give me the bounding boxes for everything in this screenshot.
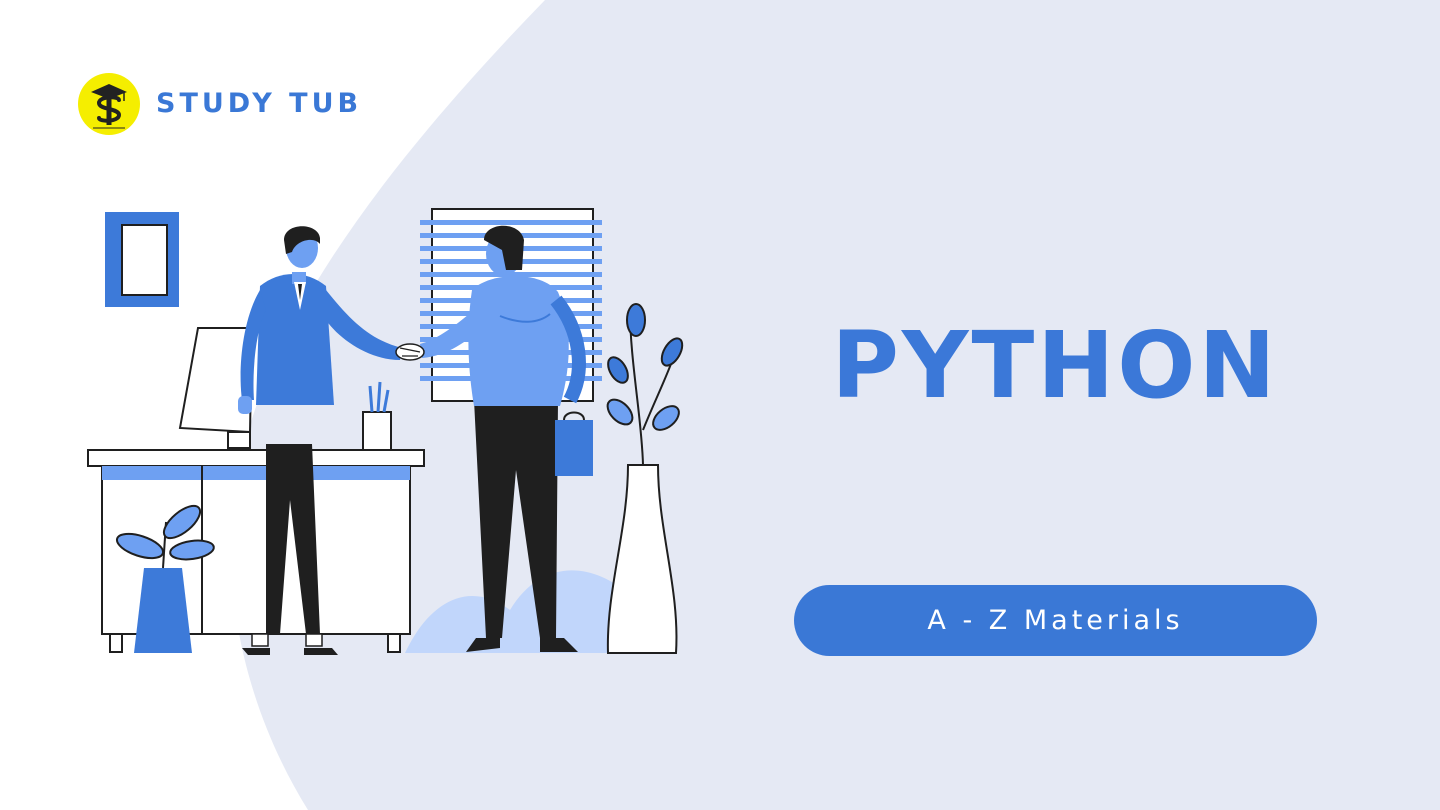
a-z-materials-button-label: A - Z Materials [927, 605, 1184, 636]
business-handshake-illustration [87, 208, 684, 655]
study-tub-logo-icon [78, 73, 140, 135]
page-title: PYTHON [831, 312, 1279, 419]
a-z-materials-button[interactable]: A - Z Materials [794, 585, 1317, 656]
slide-canvas: STUDY TUB PYTHON A - Z Materials [0, 0, 1440, 810]
brand-name: STUDY TUB [156, 88, 363, 119]
